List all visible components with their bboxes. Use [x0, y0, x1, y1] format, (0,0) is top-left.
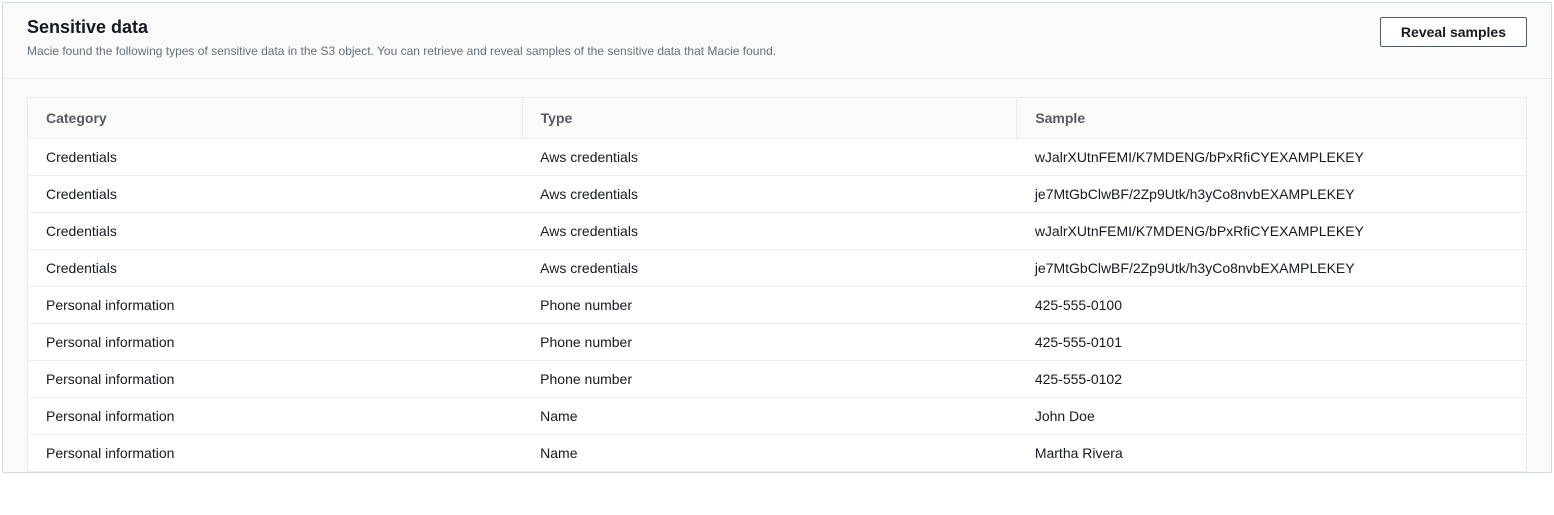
- table-row: Personal informationNameJohn Doe: [28, 398, 1527, 435]
- cell-type: Aws credentials: [522, 139, 1017, 176]
- cell-type: Name: [522, 435, 1017, 472]
- cell-type: Aws credentials: [522, 213, 1017, 250]
- cell-category: Personal information: [28, 398, 523, 435]
- cell-category: Credentials: [28, 213, 523, 250]
- cell-category: Personal information: [28, 287, 523, 324]
- panel-title: Sensitive data: [27, 17, 1380, 38]
- cell-category: Credentials: [28, 176, 523, 213]
- table-container: Category Type Sample CredentialsAws cred…: [3, 79, 1551, 472]
- table-row: Personal informationPhone number425-555-…: [28, 287, 1527, 324]
- sensitive-data-panel: Sensitive data Macie found the following…: [2, 2, 1552, 473]
- cell-category: Personal information: [28, 361, 523, 398]
- cell-type: Aws credentials: [522, 176, 1017, 213]
- cell-sample: je7MtGbClwBF/2Zp9Utk/h3yCo8nvbEXAMPLEKEY: [1017, 250, 1527, 287]
- column-header-sample: Sample: [1017, 98, 1527, 139]
- sensitive-data-table: Category Type Sample CredentialsAws cred…: [27, 97, 1527, 472]
- table-row: Personal informationNameMartha Rivera: [28, 435, 1527, 472]
- cell-category: Personal information: [28, 435, 523, 472]
- panel-header: Sensitive data Macie found the following…: [3, 3, 1551, 79]
- cell-type: Phone number: [522, 287, 1017, 324]
- cell-sample: je7MtGbClwBF/2Zp9Utk/h3yCo8nvbEXAMPLEKEY: [1017, 176, 1527, 213]
- column-header-type: Type: [522, 98, 1017, 139]
- table-header-row: Category Type Sample: [28, 98, 1527, 139]
- cell-category: Personal information: [28, 324, 523, 361]
- table-row: CredentialsAws credentialswJalrXUtnFEMI/…: [28, 139, 1527, 176]
- panel-header-text: Sensitive data Macie found the following…: [27, 17, 1380, 60]
- table-row: CredentialsAws credentialsje7MtGbClwBF/2…: [28, 176, 1527, 213]
- cell-type: Phone number: [522, 361, 1017, 398]
- reveal-samples-button[interactable]: Reveal samples: [1380, 17, 1527, 47]
- cell-category: Credentials: [28, 250, 523, 287]
- cell-type: Aws credentials: [522, 250, 1017, 287]
- cell-sample: Martha Rivera: [1017, 435, 1527, 472]
- table-row: CredentialsAws credentialsje7MtGbClwBF/2…: [28, 250, 1527, 287]
- cell-category: Credentials: [28, 139, 523, 176]
- cell-type: Name: [522, 398, 1017, 435]
- cell-sample: 425-555-0102: [1017, 361, 1527, 398]
- table-row: CredentialsAws credentialswJalrXUtnFEMI/…: [28, 213, 1527, 250]
- cell-sample: 425-555-0100: [1017, 287, 1527, 324]
- cell-sample: wJalrXUtnFEMI/K7MDENG/bPxRfiCYEXAMPLEKEY: [1017, 213, 1527, 250]
- table-row: Personal informationPhone number425-555-…: [28, 361, 1527, 398]
- cell-sample: wJalrXUtnFEMI/K7MDENG/bPxRfiCYEXAMPLEKEY: [1017, 139, 1527, 176]
- table-row: Personal informationPhone number425-555-…: [28, 324, 1527, 361]
- column-header-category: Category: [28, 98, 523, 139]
- cell-sample: John Doe: [1017, 398, 1527, 435]
- cell-sample: 425-555-0101: [1017, 324, 1527, 361]
- cell-type: Phone number: [522, 324, 1017, 361]
- panel-description: Macie found the following types of sensi…: [27, 42, 1380, 60]
